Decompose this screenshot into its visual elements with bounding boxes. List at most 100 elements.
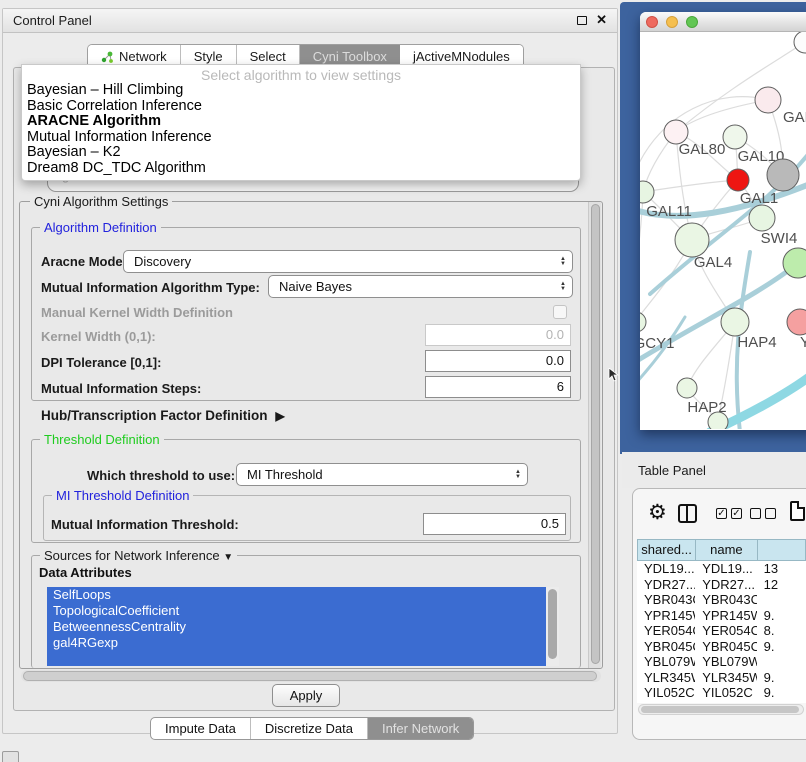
table-row[interactable]: YBL079WYBL079W <box>637 654 806 670</box>
table-cell: YDL19... <box>637 561 695 577</box>
network-node-gcy1[interactable] <box>640 312 646 332</box>
network-node[interactable] <box>767 159 799 191</box>
network-node-hap4[interactable] <box>721 308 749 336</box>
network-canvas[interactable]: GALGAL80GAL10GAL1GAL11SWI4GAL4GCY1HAP4YH… <box>640 32 806 429</box>
table-cell: 9. <box>757 639 806 655</box>
table-cell: YLR345W <box>695 670 756 686</box>
stepper-arrows-icon: ▲▼ <box>511 470 527 480</box>
data-attributes-list[interactable]: SelfLoopsTopologicalCoefficientBetweenne… <box>47 587 559 666</box>
tab-label: Select <box>250 49 286 64</box>
table-column-header[interactable]: shared... <box>637 539 695 561</box>
table-row[interactable]: YBR045CYBR045C9. <box>637 639 806 655</box>
dpi-tolerance-label: DPI Tolerance [0,1]: <box>41 355 161 370</box>
select-all-checkboxes-icon[interactable]: ✓✓ <box>716 508 742 519</box>
network-edge[interactable] <box>640 192 643 272</box>
kernel-width-input[interactable]: 0.0 <box>425 324 571 346</box>
table-cell: 9. <box>757 608 806 624</box>
settings-vertical-scrollbar[interactable] <box>588 202 601 668</box>
manual-kernel-label: Manual Kernel Width Definition <box>41 305 233 320</box>
table-row[interactable]: YDL19...YDL19...13 <box>637 561 806 577</box>
table-column-header[interactable] <box>757 539 806 561</box>
apply-button[interactable]: Apply <box>272 684 340 707</box>
table-cell: YIL052C <box>695 685 756 701</box>
close-traffic-light-icon[interactable] <box>646 16 658 28</box>
tab-infer-network[interactable]: Infer Network <box>368 718 473 739</box>
attributes-scrollbar[interactable] <box>546 587 559 666</box>
scrollbar-thumb[interactable] <box>23 671 597 681</box>
table-cell: YBR045C <box>695 639 756 655</box>
scrollbar-thumb[interactable] <box>641 706 799 713</box>
which-threshold-combobox[interactable]: MI Threshold ▲▼ <box>236 463 528 486</box>
mi-type-combobox[interactable]: Naive Bayes ▲▼ <box>268 275 573 298</box>
sources-group-title[interactable]: Sources for Network Inference ▼ <box>40 548 237 563</box>
algorithm-dropdown-item[interactable]: Dream8 DC_TDC Algorithm <box>22 161 580 177</box>
table-row[interactable]: YBR043CYBR043C <box>637 592 806 608</box>
network-window-titlebar[interactable] <box>640 12 806 32</box>
network-edge[interactable] <box>643 180 738 192</box>
algorithm-dropdown-item[interactable]: ARACNE Algorithm <box>22 114 580 130</box>
table-row[interactable]: YIL052CYIL052C9. <box>637 685 806 701</box>
table-panel-header: Table Panel <box>622 452 806 488</box>
table-row[interactable]: YLR345WYLR345W9. <box>637 670 806 686</box>
float-window-icon[interactable] <box>577 16 587 25</box>
network-node[interactable] <box>794 32 806 53</box>
table-row[interactable]: YDR27...YDR27...12 <box>637 577 806 593</box>
table-cell: YIL052C <box>637 685 695 701</box>
table-horizontal-scrollbar[interactable] <box>638 704 804 715</box>
tab-impute-data[interactable]: Impute Data <box>151 718 251 739</box>
network-icon <box>101 50 114 63</box>
split-columns-icon[interactable] <box>678 504 697 523</box>
mi-threshold-input[interactable]: 0.5 <box>423 513 566 535</box>
gear-icon[interactable]: ⚙ <box>648 502 667 523</box>
algorithm-dropdown-item[interactable]: Bayesian – K2 <box>22 145 580 161</box>
mi-steps-input[interactable]: 6 <box>425 376 571 398</box>
algorithm-dropdown-item[interactable]: Bayesian – Hill Climbing <box>22 83 580 99</box>
table-cell: 8. <box>757 623 806 639</box>
manual-kernel-checkbox[interactable] <box>553 305 567 319</box>
zoom-traffic-light-icon[interactable] <box>686 16 698 28</box>
network-node-y[interactable] <box>787 309 806 335</box>
partial-corner-button[interactable] <box>2 751 19 762</box>
mouse-cursor <box>608 368 620 382</box>
network-node-gal1[interactable] <box>727 169 749 191</box>
deselect-all-checkboxes-icon[interactable] <box>750 508 776 519</box>
algorithm-dropdown-item[interactable]: Basic Correlation Inference <box>22 99 580 115</box>
network-node-gal[interactable] <box>755 87 781 113</box>
hub-definition-expander[interactable]: Hub/Transcription Factor Definition▶ <box>41 408 285 423</box>
minimize-traffic-light-icon[interactable] <box>666 16 678 28</box>
node-table[interactable]: shared...nameYDL19...YDL19...13YDR27...Y… <box>637 539 806 703</box>
network-node-gal10[interactable] <box>723 125 747 149</box>
hub-definition-label: Hub/Transcription Factor Definition <box>41 408 268 423</box>
data-attribute-item[interactable]: gal4RGexp <box>47 635 546 651</box>
algorithm-definition-title: Algorithm Definition <box>40 220 161 235</box>
data-attribute-item[interactable]: TopologicalCoefficient <box>47 603 546 619</box>
scrollbar-thumb[interactable] <box>591 204 600 664</box>
network-edge[interactable] <box>676 100 768 132</box>
data-attribute-item[interactable]: BetweennessCentrality <box>47 619 546 635</box>
node-label: GAL11 <box>646 203 692 220</box>
table-cell: YBR043C <box>637 592 695 608</box>
close-icon[interactable]: ✕ <box>596 12 607 28</box>
network-node-gal4[interactable] <box>675 223 709 257</box>
table-row[interactable]: YPR145WYPR145W9. <box>637 608 806 624</box>
node-label: GAL80 <box>679 141 726 158</box>
table-cell: YBL079W <box>695 654 756 670</box>
scrollbar-thumb[interactable] <box>548 589 557 659</box>
network-node[interactable] <box>708 412 728 429</box>
table-column-header[interactable]: name <box>695 539 756 561</box>
settings-horizontal-scrollbar[interactable] <box>21 670 601 682</box>
stepper-arrows-icon: ▲▼ <box>556 282 572 292</box>
data-attribute-item[interactable] <box>47 651 546 666</box>
table-cell: YBL079W <box>637 654 695 670</box>
algorithm-dropdown-item[interactable]: Mutual Information Inference <box>22 130 580 146</box>
tab-discretize-data[interactable]: Discretize Data <box>251 718 368 739</box>
dpi-tolerance-input[interactable]: 0.0 <box>425 350 571 372</box>
data-attribute-item[interactable]: SelfLoops <box>47 587 546 603</box>
data-attributes-label: Data Attributes <box>39 565 132 580</box>
table-row[interactable]: YER054CYER054C8. <box>637 623 806 639</box>
aracne-mode-combobox[interactable]: Discovery ▲▼ <box>123 250 573 273</box>
network-node-hap2[interactable] <box>677 378 697 398</box>
network-node-swi4[interactable] <box>749 205 775 231</box>
document-icon[interactable] <box>790 501 805 521</box>
tab-label: jActiveMNodules <box>413 49 510 64</box>
